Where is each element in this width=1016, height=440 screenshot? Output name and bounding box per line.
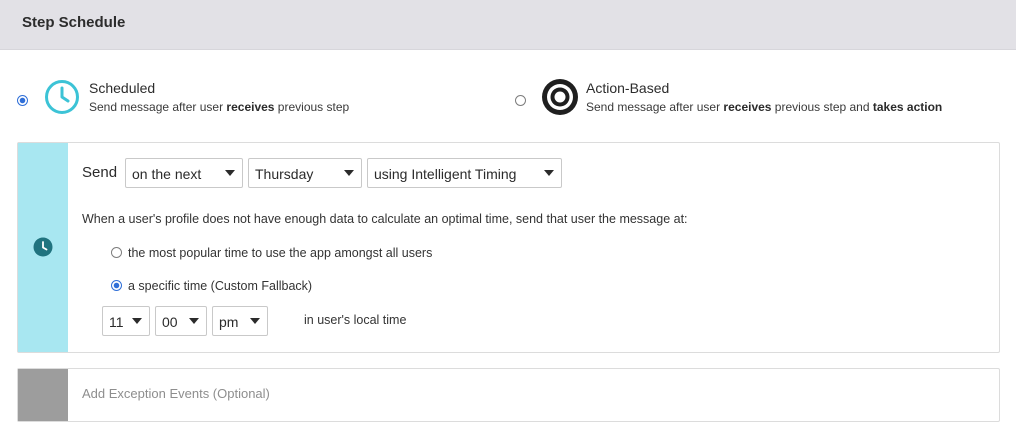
target-icon xyxy=(542,79,578,115)
day-select[interactable]: Thursday xyxy=(248,158,362,188)
scheduled-description: Send message after user receives previou… xyxy=(89,100,350,114)
scheduled-radio[interactable] xyxy=(17,95,28,106)
timing-select[interactable]: using Intelligent Timing xyxy=(367,158,562,188)
ampm-select[interactable]: pm xyxy=(212,306,268,336)
clock-icon xyxy=(33,237,53,257)
local-time-label: in user's local time xyxy=(304,313,407,327)
page-title: Step Schedule xyxy=(22,14,126,31)
fallback-popular-radio[interactable] xyxy=(111,247,122,258)
chevron-down-icon xyxy=(544,170,554,176)
add-exception-events-label[interactable]: Add Exception Events (Optional) xyxy=(82,386,270,401)
action-based-title: Action-Based xyxy=(586,80,670,96)
chevron-down-icon xyxy=(132,318,142,324)
exception-card-strip xyxy=(18,369,68,421)
fallback-custom-label[interactable]: a specific time (Custom Fallback) xyxy=(128,279,312,293)
minute-select[interactable]: 00 xyxy=(155,306,207,336)
fallback-custom-radio[interactable] xyxy=(111,280,122,291)
schedule-card-strip xyxy=(18,143,68,352)
fallback-popular-label[interactable]: the most popular time to use the app amo… xyxy=(128,246,432,260)
hour-select[interactable]: 11 xyxy=(102,306,150,336)
exception-events-card[interactable]: Add Exception Events (Optional) xyxy=(17,368,1000,422)
step-schedule-header: Step Schedule xyxy=(0,0,1016,50)
scheduled-title: Scheduled xyxy=(89,80,156,96)
chevron-down-icon xyxy=(225,170,235,176)
chevron-down-icon xyxy=(250,318,260,324)
chevron-down-icon xyxy=(189,318,199,324)
when-select[interactable]: on the next xyxy=(125,158,243,188)
scheduled-option[interactable]: Scheduled Send message after user receiv… xyxy=(0,70,420,126)
action-based-description: Send message after user receives previou… xyxy=(586,100,943,114)
clock-icon xyxy=(45,80,79,114)
send-label: Send xyxy=(82,164,118,181)
fallback-info-text: When a user's profile does not have enou… xyxy=(82,212,688,226)
schedule-card: Send on the next Thursday using Intellig… xyxy=(17,142,1000,353)
chevron-down-icon xyxy=(344,170,354,176)
action-based-radio[interactable] xyxy=(515,95,526,106)
action-based-option[interactable]: Action-Based Send message after user rec… xyxy=(500,70,980,126)
